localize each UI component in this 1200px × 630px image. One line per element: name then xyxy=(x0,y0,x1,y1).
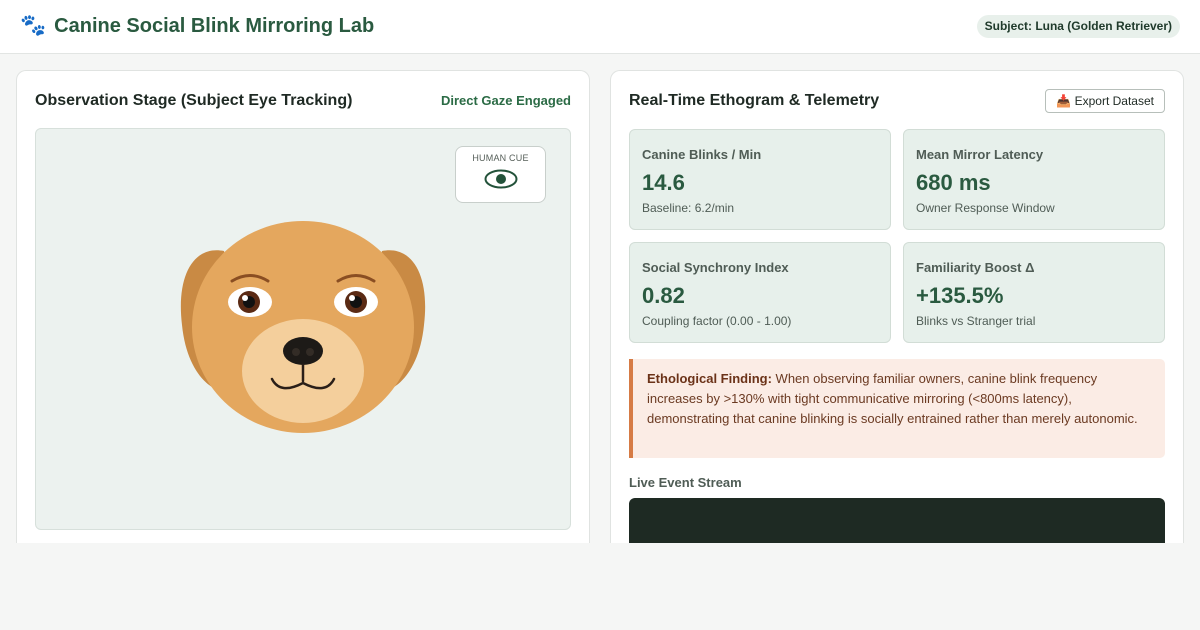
left-eye-highlight xyxy=(242,295,248,301)
metric-subtext: Blinks vs Stranger trial xyxy=(916,314,1036,328)
metric-card-familiarity: Familiarity Boost Δ +135.5% Blinks vs St… xyxy=(903,242,1165,343)
metric-value: 680 ms xyxy=(916,170,991,195)
metric-card-latency: Mean Mirror Latency 680 ms Owner Respons… xyxy=(903,129,1165,230)
paw-icon: 🐾 xyxy=(20,14,47,37)
telemetry-panel: Real-Time Ethogram & Telemetry 📥 Export … xyxy=(610,70,1184,543)
telemetry-title: Real-Time Ethogram & Telemetry xyxy=(629,92,880,109)
observation-panel: Observation Stage (Subject Eye Tracking)… xyxy=(16,70,590,543)
observation-stage: HUMAN CUE xyxy=(35,128,571,530)
metric-value: 14.6 xyxy=(642,170,685,195)
event-stream-label: Live Event Stream xyxy=(629,475,742,490)
subject-badge: Subject: Luna (Golden Retriever) xyxy=(976,15,1180,38)
metric-value: +135.5% xyxy=(916,283,1004,308)
app-title: 🐾 Canine Social Blink Mirroring Lab xyxy=(20,13,374,39)
metric-subtext: Coupling factor (0.00 - 1.00) xyxy=(642,314,792,328)
dog-face-illustration xyxy=(180,221,426,433)
export-dataset-button[interactable]: 📥 Export Dataset xyxy=(1045,89,1165,113)
app-title-text: Canine Social Blink Mirroring Lab xyxy=(54,15,375,37)
right-eye-highlight xyxy=(349,295,355,301)
nose xyxy=(283,337,323,365)
metric-card-synchrony: Social Synchrony Index 0.82 Coupling fac… xyxy=(629,242,891,343)
metric-label: Canine Blinks / Min xyxy=(642,147,762,162)
metric-label: Mean Mirror Latency xyxy=(916,147,1044,162)
metric-subtext: Owner Response Window xyxy=(916,201,1055,215)
metric-label: Social Synchrony Index xyxy=(642,260,789,275)
metric-value: 0.82 xyxy=(642,283,685,308)
metric-label: Familiarity Boost Δ xyxy=(916,260,1035,275)
gaze-status: Direct Gaze Engaged xyxy=(440,93,571,108)
ethological-finding-callout: Ethological Finding: When observing fami… xyxy=(629,359,1165,458)
metric-card-blinks: Canine Blinks / Min 14.6 Baseline: 6.2/m… xyxy=(629,129,891,230)
human-cue-label: HUMAN CUE xyxy=(472,153,529,163)
observation-title: Observation Stage (Subject Eye Tracking) xyxy=(35,92,353,109)
eye-icon xyxy=(484,169,518,189)
human-cue-indicator: HUMAN CUE xyxy=(455,146,546,203)
finding-label: Ethological Finding: xyxy=(647,371,772,386)
top-bar: 🐾 Canine Social Blink Mirroring Lab Subj… xyxy=(0,0,1200,54)
live-event-stream[interactable] xyxy=(629,498,1165,543)
metric-subtext: Baseline: 6.2/min xyxy=(642,201,735,215)
